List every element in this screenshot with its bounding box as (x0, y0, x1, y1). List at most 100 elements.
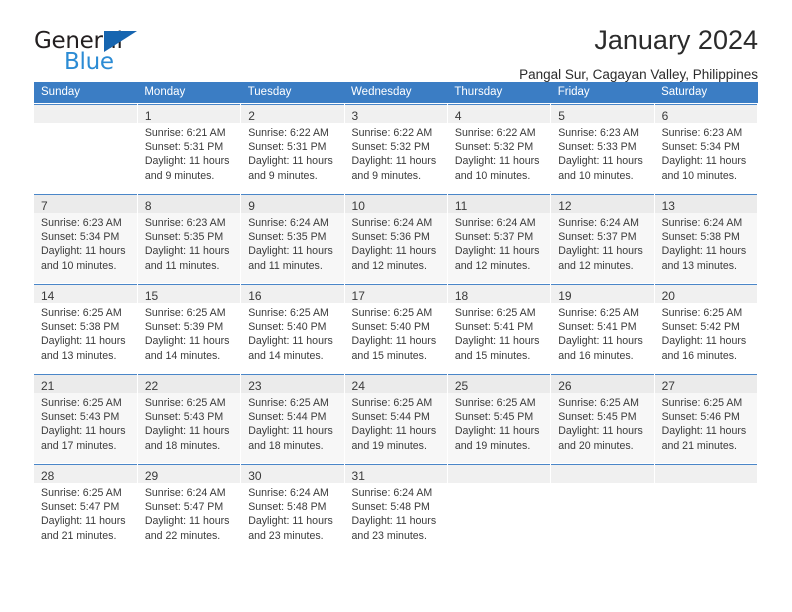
sunrise-text: Sunrise: 6:24 AM (144, 487, 226, 499)
calendar-day-cell[interactable]: 2 Sunrise: 6:22 AM Sunset: 5:31 PM Daylight… (240, 103, 345, 194)
day-number: 4 (447, 105, 551, 123)
day-number: 25 (447, 375, 551, 393)
calendar-day-cell[interactable]: 5 Sunrise: 6:23 AM Sunset: 5:33 PM Daylight… (550, 103, 655, 194)
calendar-day-cell[interactable]: 31 Sunrise: 6:24 AM Sunset: 5:48 PM Dayligh… (344, 463, 448, 553)
calendar-day-cell[interactable]: 18 Sunrise: 6:25 AM Sunset: 5:41 PM Dayligh… (447, 283, 552, 374)
sunset-text: Sunset: 5:47 PM (144, 501, 224, 514)
calendar-day-cell[interactable]: 13 Sunrise: 6:24 AM Sunset: 5:38 PM Dayligh… (654, 193, 759, 284)
calendar-day-cell[interactable]: 29 Sunrise: 6:24 AM Sunset: 5:47 PM Dayligh… (137, 463, 242, 553)
day-number: 21 (34, 375, 137, 393)
weekday-header-wednesday: Wednesday (344, 82, 448, 104)
brand-name-blue: Blue (64, 49, 114, 75)
calendar-day-cell[interactable]: 22 Sunrise: 6:25 AM Sunset: 5:43 PM Dayligh… (137, 373, 242, 464)
calendar-day-cell[interactable]: 21 Sunrise: 6:25 AM Sunset: 5:43 PM Dayligh… (34, 373, 138, 464)
daylight-text: Daylight: 11 hours and 22 minutes. (144, 515, 230, 542)
daylight-text: Daylight: 11 hours and 23 minutes. (351, 515, 437, 542)
calendar-day-cell[interactable]: 16 Sunrise: 6:25 AM Sunset: 5:40 PM Dayligh… (240, 283, 345, 374)
calendar-day-cell[interactable]: 30 Sunrise: 6:24 AM Sunset: 5:48 PM Dayligh… (240, 463, 345, 553)
sunset-text: Sunset: 5:47 PM (41, 501, 120, 514)
calendar-page: General Blue January 2024 Pangal Sur, Ca… (0, 0, 792, 612)
calendar-empty-cell (34, 103, 138, 194)
calendar-day-cell[interactable]: 4 Sunrise: 6:22 AM Sunset: 5:32 PM Daylight… (447, 103, 552, 194)
sunrise-text: Sunrise: 6:23 AM (661, 127, 743, 139)
sunrise-text: Sunrise: 6:24 AM (248, 487, 329, 499)
calendar-day-cell[interactable]: 8 Sunrise: 6:23 AM Sunset: 5:35 PM Daylight… (137, 193, 242, 284)
day-details: Sunrise: 6:25 AM Sunset: 5:47 PM Daylight:… (34, 483, 137, 543)
daylight-text: Daylight: 11 hours and 12 minutes. (351, 245, 437, 272)
day-cell-inner: 28 Sunrise: 6:25 AM Sunset: 5:47 PM Dayligh… (34, 464, 137, 553)
sunset-text: Sunset: 5:40 PM (351, 321, 430, 334)
day-number: 17 (344, 285, 447, 303)
day-details: Sunrise: 6:25 AM Sunset: 5:41 PM Daylight:… (448, 303, 550, 363)
page-header: General Blue January 2024 Pangal Sur, Ca… (34, 0, 758, 81)
day-details: Sunrise: 6:24 AM Sunset: 5:48 PM Daylight:… (345, 483, 447, 543)
calendar-day-cell[interactable]: 27 Sunrise: 6:25 AM Sunset: 5:46 PM Dayligh… (654, 373, 759, 464)
sunrise-text: Sunrise: 6:24 AM (351, 217, 433, 229)
sunset-text: Sunset: 5:40 PM (248, 321, 327, 334)
day-details: Sunrise: 6:25 AM Sunset: 5:39 PM Daylight:… (138, 303, 240, 363)
calendar-day-cell[interactable]: 24 Sunrise: 6:25 AM Sunset: 5:44 PM Dayligh… (344, 373, 448, 464)
day-number: 14 (34, 285, 137, 303)
sunset-text: Sunset: 5:35 PM (144, 231, 224, 244)
day-cell-inner: 8 Sunrise: 6:23 AM Sunset: 5:35 PM Daylight… (137, 194, 241, 283)
day-number (551, 465, 654, 483)
calendar-day-cell[interactable]: 3 Sunrise: 6:22 AM Sunset: 5:32 PM Daylight… (344, 103, 448, 194)
sunset-text: Sunset: 5:41 PM (454, 321, 534, 334)
day-number: 26 (551, 375, 654, 393)
sunrise-text: Sunrise: 6:25 AM (248, 307, 329, 319)
day-cell-inner: 7 Sunrise: 6:23 AM Sunset: 5:34 PM Daylight… (34, 194, 137, 283)
sunset-text: Sunset: 5:38 PM (41, 321, 120, 334)
calendar-day-cell[interactable]: 6 Sunrise: 6:23 AM Sunset: 5:34 PM Daylight… (654, 103, 759, 194)
sunset-text: Sunset: 5:48 PM (248, 501, 327, 514)
day-number: 1 (137, 105, 241, 123)
sunrise-text: Sunrise: 6:25 AM (558, 307, 639, 319)
day-details: Sunrise: 6:25 AM Sunset: 5:45 PM Daylight:… (448, 393, 550, 453)
weekday-header-friday: Friday (550, 82, 655, 104)
day-cell-inner: 17 Sunrise: 6:25 AM Sunset: 5:40 PM Dayligh… (344, 284, 447, 373)
sunrise-text: Sunrise: 6:25 AM (351, 307, 433, 319)
calendar-day-cell[interactable]: 28 Sunrise: 6:25 AM Sunset: 5:47 PM Dayligh… (34, 463, 138, 553)
sunset-text: Sunset: 5:34 PM (661, 141, 740, 154)
day-details: Sunrise: 6:22 AM Sunset: 5:32 PM Daylight:… (345, 123, 447, 183)
calendar-day-cell[interactable]: 1 Sunrise: 6:21 AM Sunset: 5:31 PM Daylight… (137, 103, 242, 194)
day-details: Sunrise: 6:25 AM Sunset: 5:44 PM Daylight:… (345, 393, 447, 453)
daylight-text: Daylight: 11 hours and 21 minutes. (661, 425, 747, 452)
day-number: 22 (137, 375, 241, 393)
calendar-day-cell[interactable]: 19 Sunrise: 6:25 AM Sunset: 5:41 PM Dayligh… (550, 283, 655, 374)
sunset-text: Sunset: 5:37 PM (558, 231, 637, 244)
daylight-text: Daylight: 11 hours and 12 minutes. (454, 245, 540, 272)
calendar-day-cell[interactable]: 25 Sunrise: 6:25 AM Sunset: 5:45 PM Dayligh… (447, 373, 552, 464)
calendar-day-cell[interactable]: 14 Sunrise: 6:25 AM Sunset: 5:38 PM Dayligh… (34, 283, 138, 374)
daylight-text: Daylight: 11 hours and 10 minutes. (558, 155, 643, 182)
day-details: Sunrise: 6:24 AM Sunset: 5:38 PM Daylight:… (655, 213, 757, 273)
calendar-day-cell[interactable]: 26 Sunrise: 6:25 AM Sunset: 5:45 PM Dayligh… (550, 373, 655, 464)
calendar-day-cell[interactable]: 7 Sunrise: 6:23 AM Sunset: 5:34 PM Daylight… (34, 193, 138, 284)
calendar-day-cell[interactable]: 11 Sunrise: 6:24 AM Sunset: 5:37 PM Dayligh… (447, 193, 552, 284)
day-details: Sunrise: 6:25 AM Sunset: 5:40 PM Daylight:… (345, 303, 447, 363)
calendar-day-cell[interactable]: 20 Sunrise: 6:25 AM Sunset: 5:42 PM Dayligh… (654, 283, 759, 374)
brand-logo[interactable]: General Blue (34, 26, 149, 74)
sunset-text: Sunset: 5:48 PM (351, 501, 430, 514)
daylight-text: Daylight: 11 hours and 9 minutes. (248, 155, 333, 182)
day-details: Sunrise: 6:25 AM Sunset: 5:40 PM Daylight:… (241, 303, 343, 363)
calendar-day-cell[interactable]: 17 Sunrise: 6:25 AM Sunset: 5:40 PM Dayligh… (344, 283, 448, 374)
daylight-text: Daylight: 11 hours and 11 minutes. (144, 245, 230, 272)
day-number: 12 (551, 195, 654, 213)
daylight-text: Daylight: 11 hours and 15 minutes. (351, 335, 437, 362)
calendar-day-cell[interactable]: 9 Sunrise: 6:24 AM Sunset: 5:35 PM Daylight… (240, 193, 345, 284)
sunrise-text: Sunrise: 6:25 AM (41, 397, 122, 409)
day-cell-inner: 24 Sunrise: 6:25 AM Sunset: 5:44 PM Dayligh… (344, 374, 447, 463)
day-details: Sunrise: 6:22 AM Sunset: 5:32 PM Daylight:… (448, 123, 550, 183)
daylight-text: Daylight: 11 hours and 14 minutes. (248, 335, 333, 362)
sunset-text: Sunset: 5:38 PM (661, 231, 740, 244)
day-cell-inner (34, 104, 137, 193)
calendar-day-cell[interactable]: 15 Sunrise: 6:25 AM Sunset: 5:39 PM Dayligh… (137, 283, 242, 374)
daylight-text: Daylight: 11 hours and 23 minutes. (248, 515, 333, 542)
calendar-day-cell[interactable]: 23 Sunrise: 6:25 AM Sunset: 5:44 PM Dayligh… (240, 373, 345, 464)
day-cell-inner: 25 Sunrise: 6:25 AM Sunset: 5:45 PM Dayligh… (447, 374, 551, 463)
calendar-day-cell[interactable]: 12 Sunrise: 6:24 AM Sunset: 5:37 PM Dayligh… (550, 193, 655, 284)
calendar-day-cell[interactable]: 10 Sunrise: 6:24 AM Sunset: 5:36 PM Dayligh… (344, 193, 448, 284)
sunrise-text: Sunrise: 6:23 AM (144, 217, 226, 229)
sunrise-sunset-calendar: Sunday Monday Tuesday Wednesday Thursday… (34, 82, 759, 553)
daylight-text: Daylight: 11 hours and 10 minutes. (41, 245, 126, 272)
